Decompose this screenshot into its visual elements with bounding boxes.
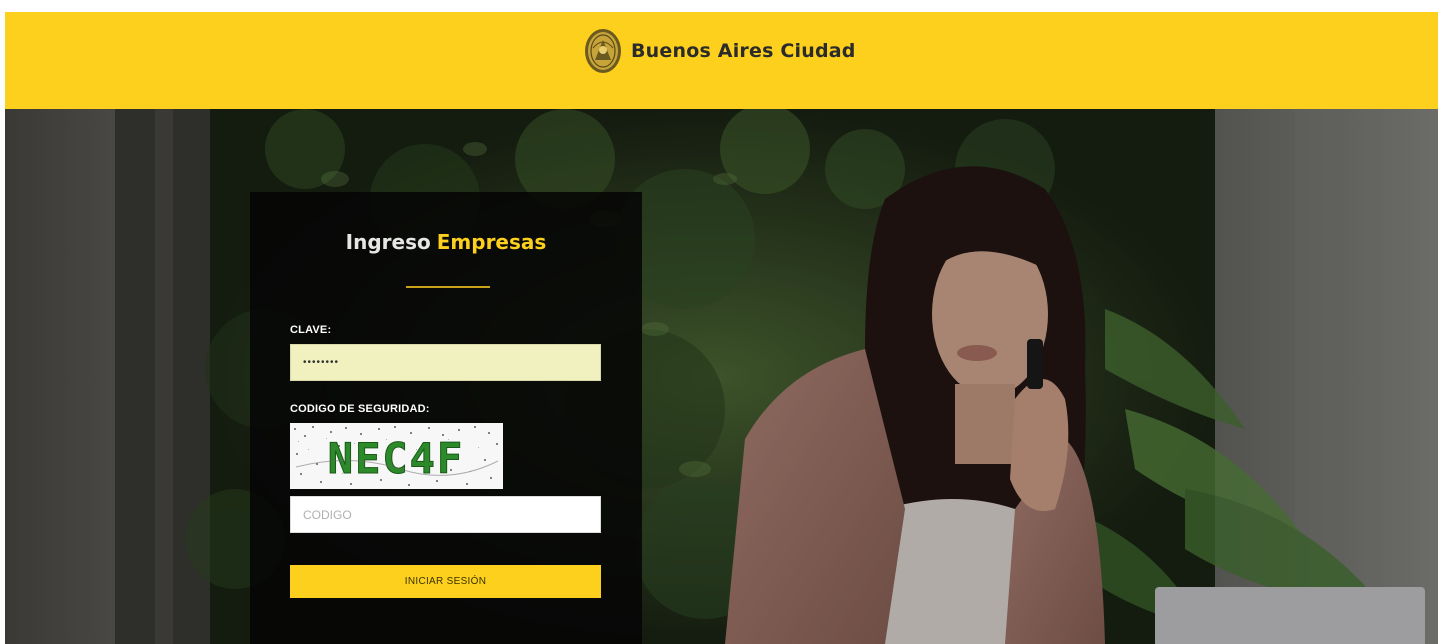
login-submit-button[interactable]: INICIAR SESIÓN <box>290 565 601 598</box>
brand[interactable]: Buenos Aires Ciudad <box>583 26 856 76</box>
login-title-part1: Ingreso <box>345 230 431 254</box>
login-title: Ingreso Empresas <box>250 230 642 254</box>
login-title-part2: Empresas <box>436 230 547 254</box>
captcha-graphic: NEC4F <box>290 423 503 489</box>
security-code-input[interactable] <box>290 496 601 533</box>
hero-photo <box>5 109 1438 644</box>
hero-background: Ingreso Empresas CLAVE: •••••••• CODIGO D… <box>5 109 1438 644</box>
captcha-image: NEC4F <box>290 423 503 489</box>
password-field[interactable]: •••••••• <box>290 344 601 381</box>
title-divider <box>406 286 490 288</box>
password-label: CLAVE: <box>290 324 332 336</box>
page-frame: Buenos Aires Ciudad Ingreso Empresas CLA… <box>5 12 1438 644</box>
login-panel: Ingreso Empresas CLAVE: •••••••• CODIGO D… <box>250 192 642 644</box>
security-code-label: CODIGO DE SEGURIDAD: <box>290 403 430 415</box>
city-seal-icon <box>585 29 621 73</box>
brand-name: Buenos Aires Ciudad <box>631 40 856 62</box>
top-header: Buenos Aires Ciudad <box>5 12 1438 109</box>
